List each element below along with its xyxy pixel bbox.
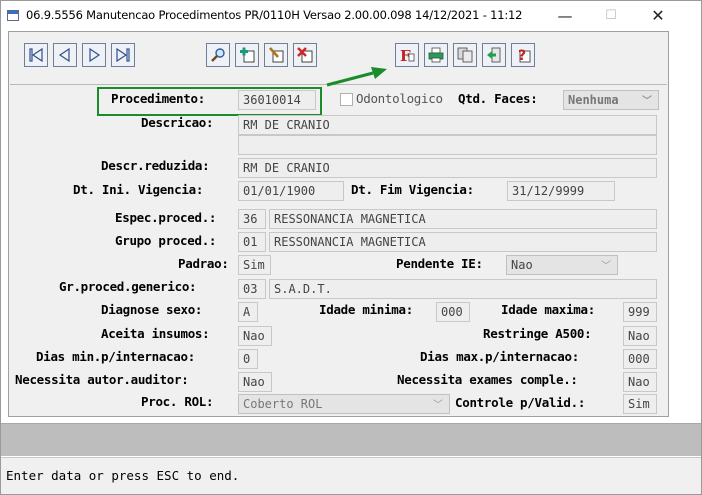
necessita-exames-comple-field[interactable]: Nao xyxy=(623,372,657,392)
dias-min-internacao-label: Dias min.p/internacao: xyxy=(36,349,195,364)
dias-max-internacao-label: Dias max.p/internacao: xyxy=(420,349,579,364)
application-window: 06.9.5556 Manutencao Procedimentos PR/01… xyxy=(0,0,702,495)
espec-proced-label: Espec.proced.: xyxy=(115,210,217,225)
separator-bar xyxy=(1,423,701,456)
necessita-exames-comple-label: Necessita exames comple.: xyxy=(397,372,578,387)
chevron-down-icon: ﹀ xyxy=(642,96,652,107)
idade-minima-label: Idade minima: xyxy=(319,302,413,317)
dias-max-internacao-field[interactable]: 000 xyxy=(623,349,657,369)
diagnose-sexo-field[interactable]: A xyxy=(238,302,258,322)
minimize-button[interactable]: — xyxy=(542,1,588,31)
aceita-insumos-field[interactable]: Nao xyxy=(238,326,272,346)
proc-rol-label: Proc. ROL: xyxy=(141,394,214,409)
espec-proced-desc-field: RESSONANCIA MAGNETICA xyxy=(269,209,657,229)
idade-maxima-field[interactable]: 999 xyxy=(623,302,657,322)
restringe-a500-label: Restringe A500: xyxy=(483,326,592,341)
form-panel: F ? Procedimento: 36010014 Odontologico xyxy=(8,31,669,417)
qtd-faces-select[interactable]: Nenhuma ﹀ xyxy=(563,90,659,110)
status-bar: Enter data or press ESC to end. xyxy=(1,457,701,494)
restringe-a500-field[interactable]: Nao xyxy=(623,326,657,346)
dt-ini-vigencia-field[interactable]: 01/01/1900 xyxy=(238,181,344,201)
app-icon xyxy=(7,10,19,21)
title-bar: 06.9.5556 Manutencao Procedimentos PR/01… xyxy=(1,1,701,31)
necessita-autor-auditor-field[interactable]: Nao xyxy=(238,372,272,392)
grupo-proced-code-field[interactable]: 01 xyxy=(238,232,266,252)
chevron-down-icon: ﹀ xyxy=(601,261,611,272)
controle-valid-label: Controle p/Valid.: xyxy=(455,395,586,410)
idade-minima-field[interactable]: 000 xyxy=(436,302,470,322)
gr-proced-generico-label: Gr.proced.generico: xyxy=(59,279,197,294)
espec-proced-code-field[interactable]: 36 xyxy=(238,209,266,229)
diagnose-sexo-label: Diagnose sexo: xyxy=(101,302,203,317)
odontologico-label: Odontologico xyxy=(356,91,443,106)
window-title: 06.9.5556 Manutencao Procedimentos PR/01… xyxy=(26,8,523,22)
controle-valid-field[interactable]: Sim xyxy=(623,394,657,414)
gr-proced-generico-code-field[interactable]: 03 xyxy=(238,279,266,299)
idade-maxima-label: Idade maxima: xyxy=(501,302,595,317)
gr-proced-generico-desc-field: S.A.D.T. xyxy=(269,279,657,299)
status-message: Enter data or press ESC to end. xyxy=(6,468,240,483)
grupo-proced-label: Grupo proced.: xyxy=(115,233,217,248)
dt-ini-vigencia-label: Dt. Ini. Vigencia: xyxy=(73,182,204,197)
pendente-ie-label: Pendente IE: xyxy=(396,256,483,271)
dt-fim-vigencia-field[interactable]: 31/12/9999 xyxy=(507,181,615,201)
maximize-button[interactable]: ☐ xyxy=(588,1,634,31)
chevron-down-icon: ﹀ xyxy=(433,400,443,411)
procedimento-highlight xyxy=(97,87,322,116)
descricao-field[interactable]: RM DE CRANIO xyxy=(238,115,657,135)
dias-min-internacao-field[interactable]: 0 xyxy=(238,349,258,369)
dt-fim-vigencia-label: Dt. Fim Vigencia: xyxy=(351,182,474,197)
padrao-field[interactable]: Sim xyxy=(238,255,271,275)
padrao-label: Padrao: xyxy=(178,256,229,271)
grupo-proced-desc-field: RESSONANCIA MAGNETICA xyxy=(269,232,657,252)
descricao-label: Descricao: xyxy=(141,115,214,130)
descricao-field-line2[interactable] xyxy=(238,135,657,155)
necessita-autor-auditor-label: Necessita autor.auditor: xyxy=(15,372,189,387)
qtd-faces-value: Nenhuma xyxy=(568,93,619,107)
qtd-faces-label: Qtd. Faces: xyxy=(458,91,538,106)
descr-reduzida-field[interactable]: RM DE CRANIO xyxy=(238,158,657,178)
odontologico-checkbox[interactable] xyxy=(340,93,353,106)
close-button[interactable]: ✕ xyxy=(635,1,681,31)
pendente-ie-select[interactable]: Nao ﹀ xyxy=(506,255,618,275)
aceita-insumos-label: Aceita insumos: xyxy=(101,326,210,341)
proc-rol-select[interactable]: Coberto ROL ﹀ xyxy=(238,394,450,414)
descr-reduzida-label: Descr.reduzida: xyxy=(101,158,210,173)
proc-rol-value: Coberto ROL xyxy=(243,397,323,411)
pendente-ie-value: Nao xyxy=(511,258,533,272)
